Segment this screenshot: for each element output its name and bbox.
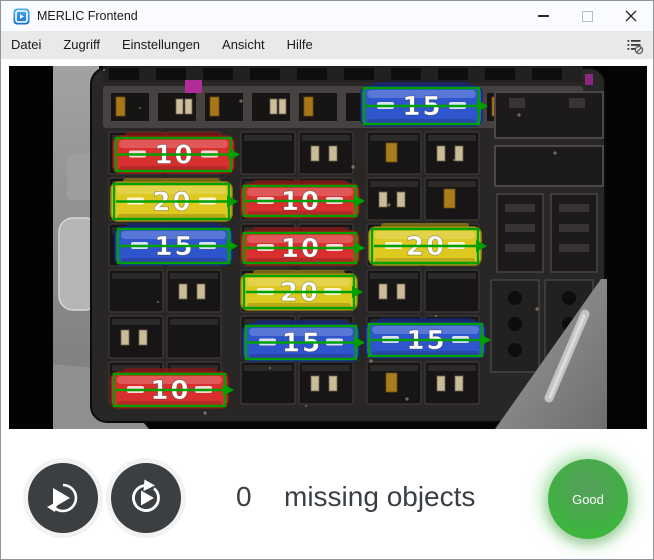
- missing-objects-count: 0: [236, 481, 256, 513]
- run-once-button[interactable]: [28, 463, 98, 533]
- maximize-button[interactable]: [565, 1, 609, 31]
- menu-item-datei[interactable]: Datei: [1, 31, 52, 59]
- menubar: Datei Zugriff Einstellungen Ansicht Hilf…: [1, 31, 653, 59]
- maximize-icon: [582, 11, 593, 22]
- run-once-icon: [41, 476, 85, 520]
- close-button[interactable]: [609, 1, 653, 31]
- control-bar: 0 missing objects Good: [1, 429, 653, 559]
- close-icon: [625, 10, 637, 22]
- result-list-disabled-icon: [625, 36, 644, 55]
- minimize-button[interactable]: [521, 1, 565, 31]
- menu-item-zugriff[interactable]: Zugriff: [52, 31, 111, 59]
- menu-item-ansicht[interactable]: Ansicht: [211, 31, 276, 59]
- menu-item-einstellungen[interactable]: Einstellungen: [111, 31, 211, 59]
- missing-objects-label: missing objects: [284, 481, 475, 513]
- titlebar: MERLIC Frontend: [1, 1, 653, 31]
- camera-image-panel: 1510201015102020151510: [9, 66, 647, 429]
- merlic-frontend-window: MERLIC Frontend Datei Zugriff Einstellun…: [0, 0, 654, 560]
- missing-objects-status: 0 missing objects: [236, 481, 475, 513]
- result-list-button[interactable]: [622, 33, 646, 57]
- window-title: MERLIC Frontend: [37, 9, 138, 23]
- window-controls: [521, 1, 653, 31]
- run-continuous-button[interactable]: [111, 463, 181, 533]
- minimize-icon: [538, 15, 549, 17]
- menu-item-hilfe[interactable]: Hilfe: [276, 31, 324, 59]
- run-continuous-icon: [124, 476, 168, 520]
- fusebox-camera-image: 1510201015102020151510: [9, 66, 647, 429]
- inspection-result-label: Good: [572, 492, 604, 507]
- inspection-result-button[interactable]: Good: [548, 459, 628, 539]
- merlic-logo-icon: [13, 8, 30, 25]
